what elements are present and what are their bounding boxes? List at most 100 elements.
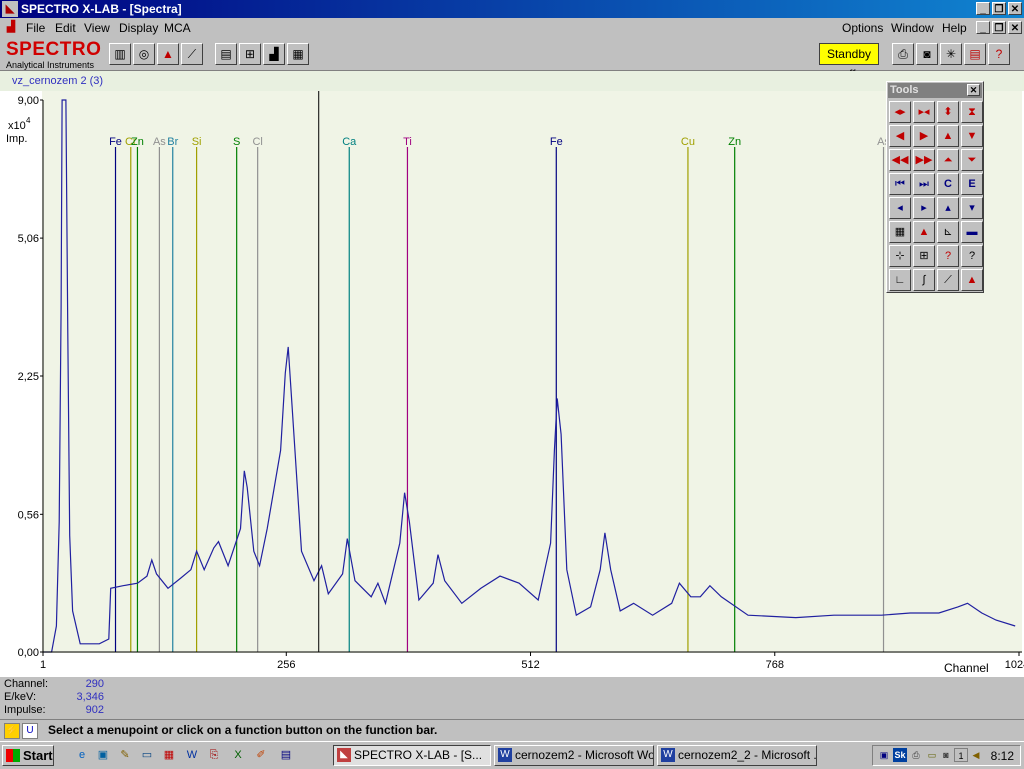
peak-query-icon[interactable]: ? <box>937 245 959 267</box>
peak-window-icon[interactable]: ▟ <box>263 43 285 65</box>
system-tray: ▣ Sk ⎙ ▭ ◙ 1 ◀ 8:12 <box>872 745 1021 766</box>
hint-message: Select a menupoint or click on a functio… <box>48 723 438 737</box>
menu-window[interactable]: Window <box>891 21 934 35</box>
notepad-icon[interactable]: ✎ <box>117 747 133 763</box>
peak-marker-icon[interactable]: ▲ <box>913 221 935 243</box>
internet-explorer-icon[interactable]: e <box>74 747 90 763</box>
explorer-icon[interactable]: ▣ <box>95 747 111 763</box>
fast-right-icon[interactable]: ▶▶ <box>913 149 935 171</box>
app-icon[interactable]: ◣ <box>2 1 18 17</box>
word-icon[interactable]: W <box>184 747 200 763</box>
small-right-icon[interactable]: ▸ <box>913 197 935 219</box>
task-spectro[interactable]: ◣ SPECTRO X-LAB - [S... <box>333 745 491 766</box>
spectrum-icon[interactable]: ▲ <box>157 43 179 65</box>
sample-changer-icon[interactable]: ◎ <box>133 43 155 65</box>
fast-up-icon[interactable]: ⏶ <box>937 149 959 171</box>
doc-close-button[interactable]: ✕ <box>1008 21 1022 34</box>
log-scale-icon[interactable]: ∟ <box>889 269 911 291</box>
save-icon[interactable]: ▤ <box>278 747 294 763</box>
arrow-down-icon[interactable]: ▼ <box>961 125 983 147</box>
sqrt-scale-icon[interactable]: ∫ <box>913 269 935 291</box>
printer-icon[interactable]: ⎙ <box>892 43 914 65</box>
query-icon[interactable]: ? <box>961 245 983 267</box>
menu-view[interactable]: View <box>84 21 110 35</box>
access-icon[interactable]: ⎘ <box>206 747 222 763</box>
split-view-icon[interactable]: ⊞ <box>239 43 261 65</box>
maximize-button[interactable]: ❐ <box>992 2 1006 15</box>
task-word-2[interactable]: W cernozem2_2 - Microsoft ... <box>657 745 817 766</box>
menu-help[interactable]: Help <box>942 21 967 35</box>
go-last-icon[interactable]: ⏭ <box>913 173 935 195</box>
doc-restore-button[interactable]: ❐ <box>992 21 1006 34</box>
tray-scanner-icon[interactable]: ▭ <box>925 748 939 762</box>
y-tick-label: 0,00 <box>18 647 39 659</box>
paint-icon[interactable]: ✐ <box>253 747 269 763</box>
small-down-icon[interactable]: ▾ <box>961 197 983 219</box>
compress-vertical-icon[interactable]: ⧗ <box>961 101 983 123</box>
channel-label: Channel: <box>4 678 49 690</box>
tray-network-icon[interactable]: ▣ <box>877 748 891 762</box>
menu-options[interactable]: Options <box>842 21 883 35</box>
spectro-task-icon: ◣ <box>337 748 351 762</box>
document-icon[interactable]: ▟ <box>4 21 18 34</box>
baseline-icon[interactable]: ▬ <box>961 221 983 243</box>
menu-display[interactable]: Display <box>119 21 158 35</box>
element-label-si: Si <box>192 136 202 148</box>
volume-icon[interactable]: ◀ <box>969 748 983 762</box>
spectrum-line <box>43 99 1016 653</box>
start-button[interactable]: Start <box>2 745 54 766</box>
standby-button[interactable]: Standby off <box>819 43 879 81</box>
cursor-c-icon[interactable]: C <box>937 173 959 195</box>
menu-file[interactable]: File <box>26 21 45 35</box>
element-label-zn: Zn <box>131 136 144 148</box>
sample-list-icon[interactable]: ▥ <box>109 43 131 65</box>
cursor-e-icon[interactable]: E <box>961 173 983 195</box>
desktop-icon[interactable]: ▭ <box>139 747 155 763</box>
help-icon[interactable]: ? <box>988 43 1010 65</box>
fit-all-icon[interactable]: ⊞ <box>913 245 935 267</box>
tray-printer-icon[interactable]: ⎙ <box>909 748 923 762</box>
fit-icon[interactable]: ⊹ <box>889 245 911 267</box>
media-icon[interactable]: ▦ <box>161 747 177 763</box>
table-icon[interactable]: ▦ <box>287 43 309 65</box>
go-first-icon[interactable]: ⏮ <box>889 173 911 195</box>
atom-icon[interactable]: ✳ <box>940 43 962 65</box>
grid-icon[interactable]: ▦ <box>889 221 911 243</box>
menu-edit[interactable]: Edit <box>55 21 76 35</box>
small-left-icon[interactable]: ◂ <box>889 197 911 219</box>
expand-horizontal-icon[interactable]: ◂▸ <box>889 101 911 123</box>
x-tick-label: 1024 <box>1005 659 1024 671</box>
small-up-icon[interactable]: ▴ <box>937 197 959 219</box>
report-icon[interactable]: ▤ <box>215 43 237 65</box>
peak-label-icon[interactable]: ⊾ <box>937 221 959 243</box>
fast-down-icon[interactable]: ⏷ <box>961 149 983 171</box>
peak-fill-icon[interactable]: ▲ <box>961 269 983 291</box>
excel-icon[interactable]: X <box>230 747 246 763</box>
lightning-icon[interactable]: ⚡ <box>4 723 20 739</box>
minimize-button[interactable]: _ <box>976 2 990 15</box>
channel-value: 290 <box>85 678 104 690</box>
arrow-left-icon[interactable]: ◀ <box>889 125 911 147</box>
fast-left-icon[interactable]: ◀◀ <box>889 149 911 171</box>
arrow-right-icon[interactable]: ▶ <box>913 125 935 147</box>
calibration-curve-icon[interactable]: ⟋ <box>181 43 203 65</box>
magnet-icon[interactable]: U <box>22 723 38 739</box>
arrow-up-icon[interactable]: ▲ <box>937 125 959 147</box>
menu-mca[interactable]: MCA <box>164 21 191 35</box>
spectrum-chart[interactable]: Fe CrZn As Br Si S Cl Ca Ti Fe Cu Zn As 9,005,062,25… <box>0 71 1024 677</box>
tools-title-bar[interactable]: Tools ✕ <box>888 83 982 98</box>
task-word-1[interactable]: W cernozem2 - Microsoft Word <box>494 745 654 766</box>
tools-close-button[interactable]: ✕ <box>967 84 980 96</box>
element-label-br: Br <box>167 136 178 148</box>
language-indicator[interactable]: Sk <box>893 748 907 762</box>
element-label-ti: Ti <box>403 136 412 148</box>
linear-scale-icon[interactable]: ⟋ <box>937 269 959 291</box>
expand-vertical-icon[interactable]: ⬍ <box>937 101 959 123</box>
tray-monitor-icon[interactable]: ◙ <box>939 748 953 762</box>
tray-one-icon[interactable]: 1 <box>954 748 968 762</box>
compress-horizontal-icon[interactable]: ▸◂ <box>913 101 935 123</box>
doc-minimize-button[interactable]: _ <box>976 21 990 34</box>
periodic-table-icon[interactable]: ▤ <box>964 43 986 65</box>
camera-icon[interactable]: ◙ <box>916 43 938 65</box>
close-button[interactable]: ✕ <box>1008 2 1022 15</box>
